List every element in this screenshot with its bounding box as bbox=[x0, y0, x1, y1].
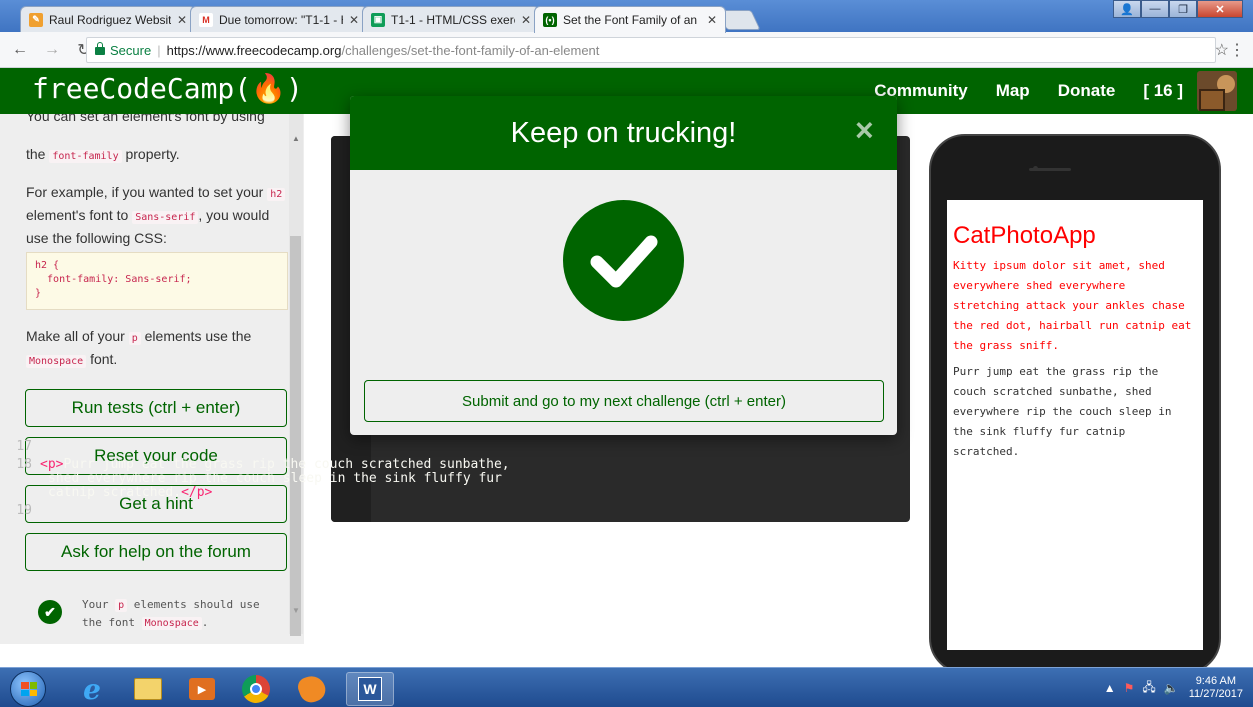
windows-flag-icon bbox=[21, 682, 37, 696]
fox-app-icon[interactable] bbox=[288, 672, 336, 706]
browser-tabstrip: ✎ Raul Rodriguez Website ✕ M Due tomorro… bbox=[0, 0, 1253, 33]
secure-indicator[interactable]: Secure bbox=[95, 42, 151, 58]
ie-icon[interactable]: e bbox=[68, 672, 116, 706]
explorer-icon[interactable] bbox=[124, 672, 172, 706]
instructions-para-2: For example, if you wanted to set your h… bbox=[26, 182, 288, 248]
tab-title: Due tomorrow: "T1-1 - H bbox=[219, 12, 343, 27]
scrollbar-thumb[interactable] bbox=[290, 236, 301, 636]
forum-help-button[interactable]: Ask for help on the forum bbox=[25, 533, 287, 571]
freecodecamp-icon: (•) bbox=[543, 13, 557, 27]
editor-line-18: 18 <p>Purr jump eat the grass rip the cou… bbox=[16, 457, 510, 472]
chrome-icon[interactable] bbox=[232, 672, 280, 706]
media-player-icon[interactable]: ▶ bbox=[178, 672, 226, 706]
tab-gmail[interactable]: M Due tomorrow: "T1-1 - H ✕ bbox=[190, 6, 368, 32]
preview-screen: CatPhotoApp Kitty ipsum dolor sit amet, … bbox=[947, 200, 1203, 650]
tab-close-icon[interactable]: ✕ bbox=[707, 13, 717, 27]
fcc-logo[interactable]: freeCodeCamp(🔥) bbox=[32, 72, 303, 105]
submit-next-challenge-button[interactable]: Submit and go to my next challenge (ctrl… bbox=[364, 380, 884, 422]
window-controls: 👤 — ❐ ✕ bbox=[1113, 0, 1243, 18]
url-path: /challenges/set-the-font-family-of-an-el… bbox=[341, 42, 600, 58]
back-icon[interactable]: ← bbox=[8, 38, 32, 62]
codepen-icon: ✎ bbox=[29, 12, 43, 27]
tray-expand-icon[interactable]: ▲ bbox=[1104, 681, 1116, 695]
clock-time: 9:46 AM bbox=[1195, 675, 1237, 687]
volume-icon[interactable]: 🔈 bbox=[1164, 681, 1179, 695]
nav-donate[interactable]: Donate bbox=[1058, 81, 1116, 101]
editor-line-18-wrap-2: catnip scratched.</p> bbox=[48, 485, 213, 500]
points-badge[interactable]: [ 16 ] bbox=[1143, 81, 1183, 101]
inline-code: font-family bbox=[49, 150, 122, 163]
editor-line-18-wrap-1: shed everywhere rip the couch sleep in t… bbox=[48, 471, 502, 486]
network-icon[interactable]: 🖧 bbox=[1142, 678, 1155, 699]
big-check-icon bbox=[563, 200, 684, 321]
tab-freecodecamp[interactable]: (•) Set the Font Family of an ✕ bbox=[534, 6, 726, 33]
run-tests-button[interactable]: Run tests (ctrl + enter) bbox=[25, 389, 287, 427]
tab-title: T1-1 - HTML/CSS exercis bbox=[391, 12, 515, 27]
tab-title: Set the Font Family of an bbox=[563, 13, 698, 27]
tab-classroom[interactable]: ▣ T1-1 - HTML/CSS exercis ✕ bbox=[362, 6, 540, 32]
nav-map[interactable]: Map bbox=[996, 81, 1030, 101]
lock-icon bbox=[95, 42, 105, 55]
check-icon: ✔ bbox=[38, 600, 62, 624]
instructions-para-1: the font-family property. bbox=[26, 146, 180, 163]
editor-line-17: 17 bbox=[16, 439, 32, 454]
tab-close-icon[interactable]: ✕ bbox=[349, 13, 359, 27]
clock-date: 11/27/2017 bbox=[1188, 688, 1243, 700]
inline-code: Monospace bbox=[26, 355, 87, 368]
editor-line-19: 19 bbox=[16, 503, 32, 518]
success-modal: Keep on trucking! × Submit and go to my … bbox=[350, 96, 897, 435]
url-input[interactable]: Secure | https://www.freecodecamp.org/ch… bbox=[86, 37, 1216, 63]
close-window-icon[interactable]: ✕ bbox=[1197, 0, 1243, 18]
tab-title: Raul Rodriguez Website bbox=[49, 12, 171, 27]
maximize-icon[interactable]: ❐ bbox=[1169, 0, 1197, 18]
minimize-icon[interactable]: — bbox=[1141, 0, 1169, 18]
inline-code: Sans-serif bbox=[132, 211, 199, 224]
css-example-codeblock: h2 { font-family: Sans-serif; } bbox=[26, 252, 288, 310]
preview-paragraph-red: Kitty ipsum dolor sit amet, shed everywh… bbox=[953, 259, 1192, 352]
instructions-cut-line: You can set an element's font by using bbox=[26, 114, 265, 124]
windows-taskbar: e ▶ W ▲ ⚑ 🖧 🔈 9:46 AM 11/27/2017 bbox=[0, 667, 1253, 707]
preview-paragraph: Purr jump eat the grass rip the couch sc… bbox=[953, 365, 1172, 458]
instructions-task: Make all of your p elements use the Mono… bbox=[26, 328, 252, 368]
tab-close-icon[interactable]: ✕ bbox=[521, 13, 531, 27]
inline-code: p bbox=[128, 332, 141, 345]
scroll-up-icon[interactable]: ▲ bbox=[289, 134, 303, 143]
url-host: https://www.freecodecamp.org bbox=[166, 42, 342, 58]
clock[interactable]: 9:46 AM 11/27/2017 bbox=[1189, 675, 1243, 701]
action-center-icon[interactable]: ⚑ bbox=[1124, 681, 1135, 695]
address-bar: ← → ↻ Secure | https://www.freecodecamp.… bbox=[0, 32, 1253, 68]
user-icon[interactable]: 👤 bbox=[1113, 0, 1141, 18]
test-description: Your p elements should use the font Mono… bbox=[82, 598, 260, 630]
test-result: ✔ Your p elements should use the font Mo… bbox=[38, 596, 272, 632]
classroom-icon: ▣ bbox=[371, 12, 385, 27]
preview-title: CatPhotoApp bbox=[953, 222, 1096, 249]
tab-close-icon[interactable]: ✕ bbox=[177, 13, 187, 27]
inline-code: h2 bbox=[267, 188, 286, 201]
scroll-down-icon[interactable]: ▼ bbox=[289, 606, 303, 615]
tab-raul-website[interactable]: ✎ Raul Rodriguez Website ✕ bbox=[20, 6, 196, 32]
menu-icon[interactable]: ⋮ bbox=[1229, 40, 1245, 60]
system-tray: ▲ ⚑ 🖧 🔈 9:46 AM 11/27/2017 bbox=[1096, 668, 1243, 707]
gmail-icon: M bbox=[199, 12, 213, 27]
word-icon[interactable]: W bbox=[346, 672, 394, 706]
bookmark-star-icon[interactable]: ☆ bbox=[1215, 40, 1229, 60]
avatar[interactable] bbox=[1197, 71, 1237, 111]
phone-speaker bbox=[1029, 168, 1071, 171]
forward-icon[interactable]: → bbox=[40, 38, 64, 62]
modal-title: Keep on trucking! bbox=[510, 117, 737, 149]
close-icon[interactable]: × bbox=[855, 112, 874, 149]
